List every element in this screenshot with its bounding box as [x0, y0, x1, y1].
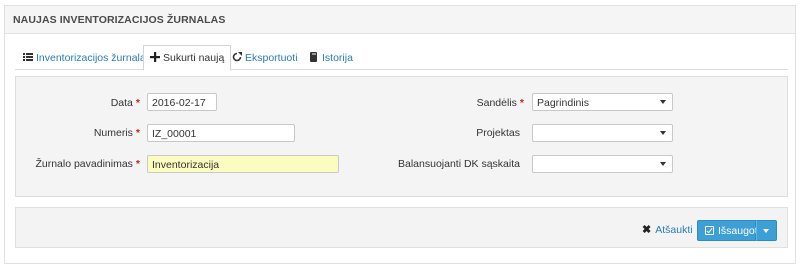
book-icon: [309, 52, 319, 62]
dk-account-label: Balansuojanti DK sąskaita: [398, 158, 520, 170]
warehouse-select[interactable]: Pagrindinis: [532, 93, 673, 111]
panel-title: NAUJAS INVENTORIZACIJOS ŽURNALAS: [13, 14, 226, 26]
tab-bar: Inventorizacijos žurnalai Sukurti naują …: [15, 42, 788, 71]
save-button[interactable]: Išsaugoti: [697, 220, 760, 241]
chevron-down-icon: [763, 229, 769, 233]
tab-label: Inventorizacijos žurnalai: [36, 52, 149, 64]
tab-label: Istorija: [322, 52, 353, 64]
required-marker: *: [135, 127, 140, 139]
tab-create-new[interactable]: Sukurti naują: [143, 45, 232, 71]
warehouse-label: Sandėlis *: [476, 97, 524, 109]
project-label: Projektas: [476, 127, 520, 139]
plus-icon: [150, 52, 160, 62]
tab-journals[interactable]: Inventorizacijos žurnalai: [17, 47, 154, 70]
list-icon: [23, 52, 33, 62]
export-icon: [232, 52, 242, 62]
form-area: Data * 2016-02-17 Numeris * IZ_00001 Žurna…: [15, 76, 788, 197]
date-label: Data *: [110, 97, 140, 109]
dk-account-select[interactable]: [532, 155, 673, 173]
tab-export[interactable]: Eksportuoti: [226, 47, 304, 70]
required-marker: *: [519, 97, 524, 109]
check-square-icon: [705, 226, 714, 235]
panel-header: NAUJAS INVENTORIZACIJOS ŽURNALAS: [5, 6, 795, 34]
journal-name-field[interactable]: Inventorizacija: [147, 155, 339, 173]
journal-panel: NAUJAS INVENTORIZACIJOS ŽURNALAS Invento…: [4, 5, 796, 264]
tab-label: Eksportuoti: [245, 52, 298, 64]
tab-history[interactable]: Istorija: [303, 47, 359, 70]
project-select[interactable]: [532, 124, 673, 142]
tab-label: Sukurti naują: [163, 52, 225, 64]
save-label: Išsaugoti: [718, 225, 761, 237]
close-icon: ✖: [642, 224, 652, 236]
chevron-down-icon: [660, 162, 666, 166]
required-marker: *: [135, 97, 140, 109]
chevron-down-icon: [660, 131, 666, 135]
warehouse-value: Pagrindinis: [537, 97, 589, 109]
number-label: Numeris *: [93, 127, 140, 139]
journal-name-label: Žurnalo pavadinimas *: [35, 158, 140, 170]
cancel-button[interactable]: ✖ Atšaukti: [642, 223, 693, 236]
chevron-down-icon: [660, 100, 666, 104]
action-bar: ✖ Atšaukti Išsaugoti: [15, 207, 788, 248]
save-options-toggle[interactable]: [756, 220, 777, 241]
date-field[interactable]: 2016-02-17: [147, 93, 217, 111]
cancel-label: Atšaukti: [655, 224, 693, 236]
number-field[interactable]: IZ_00001: [147, 124, 295, 142]
required-marker: *: [135, 158, 140, 170]
